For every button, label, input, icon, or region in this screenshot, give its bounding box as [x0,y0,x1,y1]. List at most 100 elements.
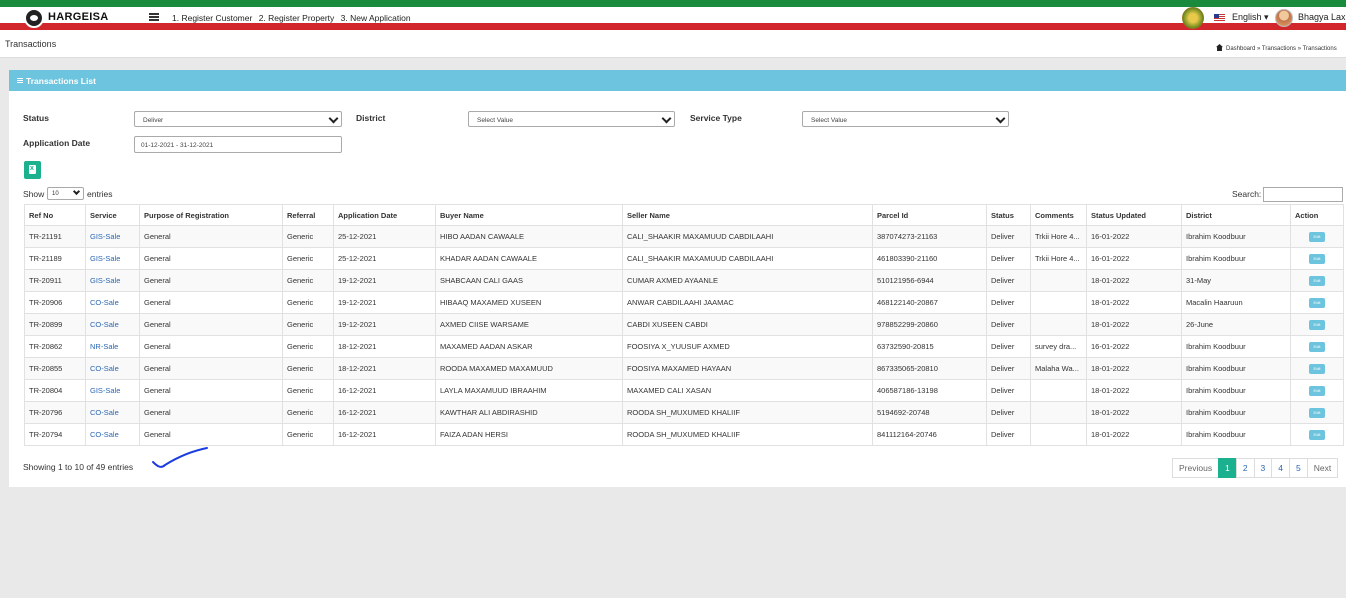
chevron-down-icon [72,187,81,196]
column-header-parcel-id[interactable]: Parcel Id [872,204,987,226]
cell-parcel-id: 510121956-6944 [872,269,987,292]
cell-status-updated: 18-01-2022 [1086,379,1182,402]
cell-parcel-id: 406587186-13198 [872,379,987,402]
cell-comments [1030,379,1087,402]
nav-register-customer[interactable]: 1. Register Customer [172,13,252,23]
cell-status: Deliver [986,357,1031,380]
edit-button[interactable]: Edit [1309,430,1325,440]
cell-buyer-name: MAXAMED AADAN ASKAR [435,335,623,358]
cell-application-date: 16-12-2021 [333,401,436,424]
menu-toggle-icon[interactable] [149,13,159,21]
search-label: Search: [1232,189,1262,199]
column-header-referral[interactable]: Referral [282,204,334,226]
cell-referral: Generic [282,269,334,292]
column-header-service[interactable]: Service [85,204,140,226]
pagination-previous-button[interactable]: Previous [1172,458,1220,478]
column-header-district[interactable]: District [1181,204,1291,226]
column-header-purpose-of-registration[interactable]: Purpose of Registration [139,204,283,226]
application-date-range-input[interactable]: 01-12-2021 - 31-12-2021 [134,136,342,153]
column-header-status[interactable]: Status [986,204,1031,226]
top-nav-links: 1. Register Customer 2. Register Propert… [172,13,415,23]
cell-service[interactable]: CO-Sale [85,357,140,380]
cell-purpose: General [139,313,283,336]
table-row: TR-20855 CO-Sale General Generic 18-12-2021 R… [24,357,1344,380]
column-header-application-date[interactable]: Application Date [333,204,436,226]
cell-service[interactable]: CO-Sale [85,313,140,336]
cell-service[interactable]: NR-Sale [85,335,140,358]
cell-seller-name: ANWAR CABDILAAHI JAAMAC [622,291,873,314]
cell-status: Deliver [986,379,1031,402]
cell-buyer-name: KAWTHAR ALI ABDIRASHID [435,401,623,424]
cell-parcel-id: 978852299-20860 [872,313,987,336]
pagination-page-button[interactable]: 3 [1253,458,1273,478]
cell-buyer-name: HIBO AADAN CAWAALE [435,225,623,248]
cell-service[interactable]: CO-Sale [85,401,140,424]
user-name[interactable]: Bhagya Laxm [1298,12,1346,22]
edit-button[interactable]: Edit [1309,408,1325,418]
cell-ref-no: TR-20796 [24,401,86,424]
cell-ref-no: TR-20899 [24,313,86,336]
brand-name[interactable]: HARGEISA [48,11,108,23]
nav-register-property[interactable]: 2. Register Property [259,13,335,23]
column-header-action[interactable]: Action [1290,204,1344,226]
edit-button[interactable]: Edit [1309,320,1325,330]
cell-action: Edit [1290,423,1344,446]
search-input[interactable] [1263,187,1343,202]
page-length-select[interactable]: 10 [47,187,84,200]
pagination-next-button[interactable]: Next [1306,458,1339,478]
page-header: Transactions Dashboard » Transactions » … [0,30,1346,58]
edit-button[interactable]: Edit [1309,254,1325,264]
pagination-page-button[interactable]: 1 [1218,458,1237,478]
export-excel-button[interactable] [24,161,41,179]
column-header-buyer-name[interactable]: Buyer Name [435,204,623,226]
column-header-comments[interactable]: Comments [1030,204,1087,226]
column-header-seller-name[interactable]: Seller Name [622,204,873,226]
cell-parcel-id: 867335065-20810 [872,357,987,380]
language-dropdown[interactable]: English ▾ [1232,12,1269,23]
hargeisa-logo-icon[interactable] [24,8,44,28]
pagination-page-button[interactable]: 5 [1289,458,1308,478]
cell-purpose: General [139,291,283,314]
edit-button[interactable]: Edit [1309,276,1325,286]
cell-purpose: General [139,357,283,380]
edit-button[interactable]: Edit [1309,386,1325,396]
status-select[interactable]: Deliver [134,111,342,127]
cell-district: Ibrahim Koodbuur [1181,423,1291,446]
pagination-page-button[interactable]: 2 [1235,458,1255,478]
cell-application-date: 18-12-2021 [333,357,436,380]
service-type-select[interactable]: Select Value [802,111,1009,127]
cell-action: Edit [1290,335,1344,358]
status-label: Status [23,113,49,123]
nav-new-application[interactable]: 3. New Application [341,13,411,23]
show-label: Show [23,189,45,199]
cell-service[interactable]: GIS-Sale [85,225,140,248]
cell-service[interactable]: CO-Sale [85,423,140,446]
cell-application-date: 16-12-2021 [333,423,436,446]
cell-service[interactable]: GIS-Sale [85,379,140,402]
cell-service[interactable]: GIS-Sale [85,247,140,270]
page-title: Transactions [5,39,57,49]
edit-button[interactable]: Edit [1309,298,1325,308]
district-select[interactable]: Select Value [468,111,675,127]
table-body: TR-21191 GIS-Sale General Generic 25-12-2021… [24,225,1344,446]
cell-service[interactable]: CO-Sale [85,291,140,314]
cell-action: Edit [1290,225,1344,248]
cell-purpose: General [139,401,283,424]
edit-button[interactable]: Edit [1309,342,1325,352]
district-select-value: Select Value [477,117,514,124]
cell-referral: Generic [282,401,334,424]
home-icon[interactable] [1216,44,1223,51]
breadcrumb-text[interactable]: Dashboard » Transactions » Transactions [1226,46,1337,52]
column-header-status-updated[interactable]: Status Updated [1086,204,1182,226]
cell-purpose: General [139,379,283,402]
chevron-down-icon [328,113,339,124]
uk-flag-icon [1214,14,1225,21]
table-row: TR-20911 GIS-Sale General Generic 19-12-2021… [24,269,1344,292]
pagination-page-button[interactable]: 4 [1271,458,1291,478]
edit-button[interactable]: Edit [1309,364,1325,374]
user-avatar[interactable] [1275,9,1293,27]
edit-button[interactable]: Edit [1309,232,1325,242]
column-header-ref-no[interactable]: Ref No [24,204,86,226]
cell-service[interactable]: GIS-Sale [85,269,140,292]
table-row: TR-20796 CO-Sale General Generic 16-12-2021 K… [24,401,1344,424]
